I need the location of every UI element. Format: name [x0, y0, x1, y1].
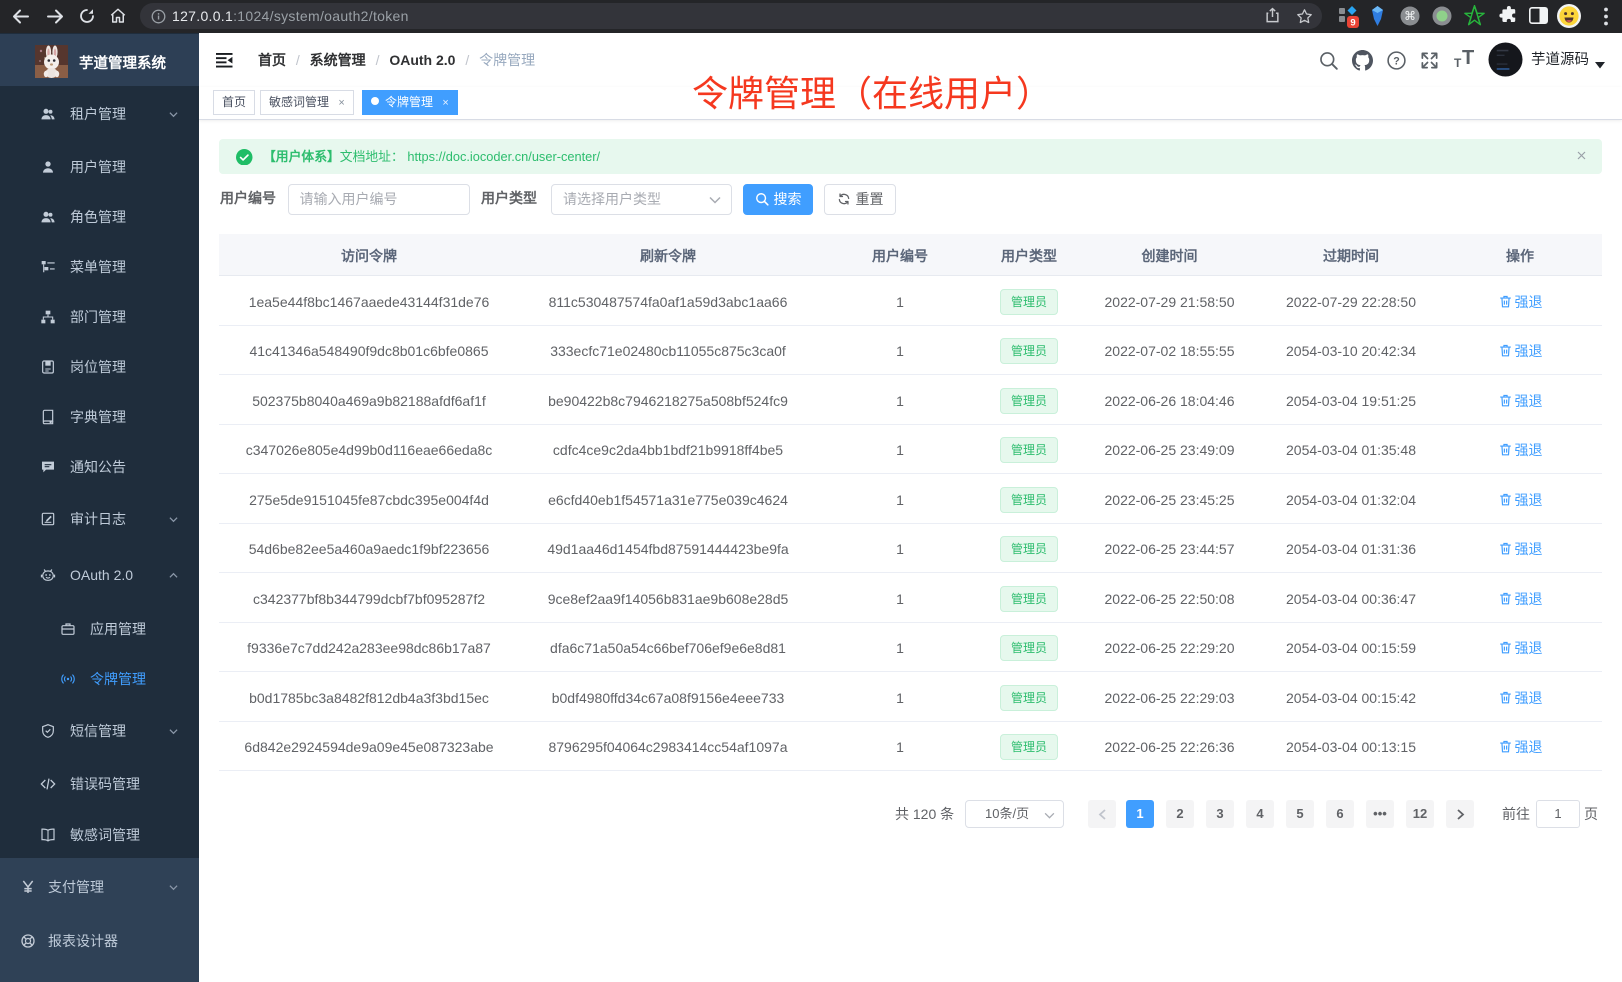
svg-text:?: ? — [1393, 55, 1400, 67]
svg-text:⌘: ⌘ — [1404, 9, 1416, 23]
svg-text:9: 9 — [1350, 18, 1355, 29]
